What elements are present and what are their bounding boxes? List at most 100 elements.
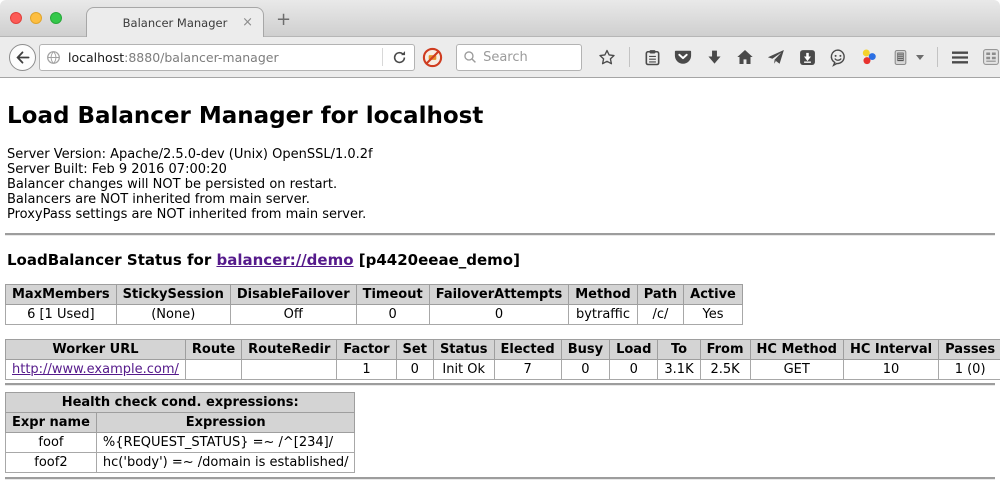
plugin-blocked-icon [422, 47, 443, 68]
navigation-toolbar: localhost:8880/balancer-manager [0, 37, 1000, 78]
cell-to: 3.1K [658, 360, 700, 380]
col-status: Status [433, 340, 494, 360]
search-bar[interactable] [456, 44, 582, 71]
pocket-button[interactable] [674, 48, 692, 66]
col-timeout: Timeout [356, 285, 429, 305]
worker-url-link[interactable]: http://www.example.com/ [12, 362, 179, 377]
server-built-line: Server Built: Feb 9 2016 07:00:20 [7, 162, 1000, 177]
home-button[interactable] [736, 48, 754, 66]
tab-title: Balancer Manager [123, 16, 228, 30]
hello-button[interactable] [829, 48, 847, 66]
col-hc-method: HC Method [750, 340, 843, 360]
plugin-blocked-button[interactable] [422, 47, 443, 68]
proxypass-note-line: ProxyPass settings are NOT inherited fro… [7, 207, 1000, 222]
toolbar-divider [629, 47, 630, 67]
cell-load: 0 [610, 360, 658, 380]
col-elected: Elected [494, 340, 561, 360]
col-to: To [658, 340, 700, 360]
new-tab-button[interactable]: + [276, 9, 291, 30]
bookmarks-menu-button[interactable] [643, 48, 661, 66]
page-title: Load Balancer Manager for localhost [7, 103, 1000, 129]
col-routeredir: RouteRedir [242, 340, 337, 360]
cell-path: /c/ [637, 305, 683, 325]
toolbar-divider [937, 47, 938, 67]
col-failoverattempts: FailoverAttempts [429, 285, 569, 305]
page-bottom-divider [5, 477, 995, 480]
balancer-demo-link[interactable]: balancer://demo [216, 251, 353, 269]
col-method: Method [569, 285, 637, 305]
page-content: Load Balancer Manager for localhost Serv… [0, 78, 1000, 491]
col-factor: Factor [337, 340, 396, 360]
browser-chrome: Balancer Manager × + localhost:8880/bala… [0, 0, 1000, 78]
cell-stickysession: (None) [116, 305, 230, 325]
tab-close-icon[interactable]: × [242, 15, 253, 30]
col-set: Set [396, 340, 433, 360]
col-active: Active [684, 285, 743, 305]
cell-elected: 7 [494, 360, 561, 380]
table-row: foof2 hc('body') =~ /domain is establish… [6, 453, 355, 473]
section-divider [5, 383, 995, 386]
dropdown-caret-icon[interactable] [916, 55, 924, 60]
col-path: Path [637, 285, 683, 305]
cell-active: Yes [684, 305, 743, 325]
col-maxmembers: MaxMembers [6, 285, 117, 305]
col-passes: Passes [939, 340, 1000, 360]
section-divider [5, 233, 995, 236]
url-path: :8880/balancer-manager [124, 50, 278, 65]
toolbar-icons [598, 47, 1000, 67]
bookmark-star-button[interactable] [598, 48, 616, 66]
table-header-row: MaxMembers StickySession DisableFailover… [6, 285, 743, 305]
col-route: Route [185, 340, 241, 360]
tab-groups-icon [982, 48, 1000, 66]
back-button[interactable] [9, 44, 36, 71]
zoom-window-button[interactable] [50, 12, 62, 24]
col-expr-name: Expr name [6, 413, 97, 433]
table-row: 6 [1 Used] (None) Off 0 0 bytraffic /c/ … [6, 305, 743, 325]
send-icon [767, 48, 785, 66]
url-text: localhost:8880/balancer-manager [68, 50, 279, 65]
home-icon [736, 48, 754, 66]
send-tab-button[interactable] [767, 48, 785, 66]
downloads-button[interactable] [705, 48, 723, 66]
downloadhelper-button[interactable] [860, 48, 878, 66]
balancer-status-heading: LoadBalancer Status for balancer://demo … [7, 251, 1000, 269]
cell-passes: 1 (0) [939, 360, 1000, 380]
browser-window: Balancer Manager × + localhost:8880/bala… [0, 0, 1000, 491]
server-version-line: Server Version: Apache/2.5.0-dev (Unix) … [7, 147, 1000, 162]
menu-button[interactable] [951, 48, 969, 66]
cell-expr-name: foof [6, 433, 97, 453]
bookmarks-menu-icon [644, 49, 661, 66]
url-bar[interactable]: localhost:8880/balancer-manager [39, 44, 415, 71]
tab-balancer-manager[interactable]: Balancer Manager × [86, 7, 264, 37]
tab-groups-button[interactable] [982, 48, 1000, 66]
cell-routeredir [242, 360, 337, 380]
url-host: localhost [68, 50, 124, 65]
cell-route [185, 360, 241, 380]
cell-timeout: 0 [356, 305, 429, 325]
cell-status: Init Ok [433, 360, 494, 380]
col-expression: Expression [96, 413, 355, 433]
bookmark-star-icon [598, 48, 616, 67]
col-worker-url: Worker URL [6, 340, 186, 360]
globe-icon [46, 50, 61, 65]
search-input[interactable] [483, 50, 573, 65]
archive-button[interactable] [891, 48, 909, 66]
urlbar-divider [382, 48, 383, 66]
health-check-table: Health check cond. expressions: Expr nam… [5, 392, 355, 473]
tab-bar: Balancer Manager × + [0, 0, 1000, 37]
addon-download-icon [799, 49, 816, 66]
col-hc-interval: HC Interval [843, 340, 938, 360]
table-header-row: Worker URL Route RouteRedir Factor Set S… [6, 340, 1000, 360]
close-window-button[interactable] [10, 12, 22, 24]
minimize-window-button[interactable] [30, 12, 42, 24]
cell-factor: 1 [337, 360, 396, 380]
table-header-row: Expr name Expression [6, 413, 355, 433]
balancer-settings-table: MaxMembers StickySession DisableFailover… [5, 284, 743, 325]
col-load: Load [610, 340, 658, 360]
reload-button[interactable] [390, 48, 408, 66]
addon-download-button[interactable] [798, 48, 816, 66]
col-disablefailover: DisableFailover [230, 285, 356, 305]
downloads-icon [706, 49, 723, 66]
cell-maxmembers: 6 [1 Used] [6, 305, 117, 325]
table-row: foof %{REQUEST_STATUS} =~ /^[234]/ [6, 433, 355, 453]
